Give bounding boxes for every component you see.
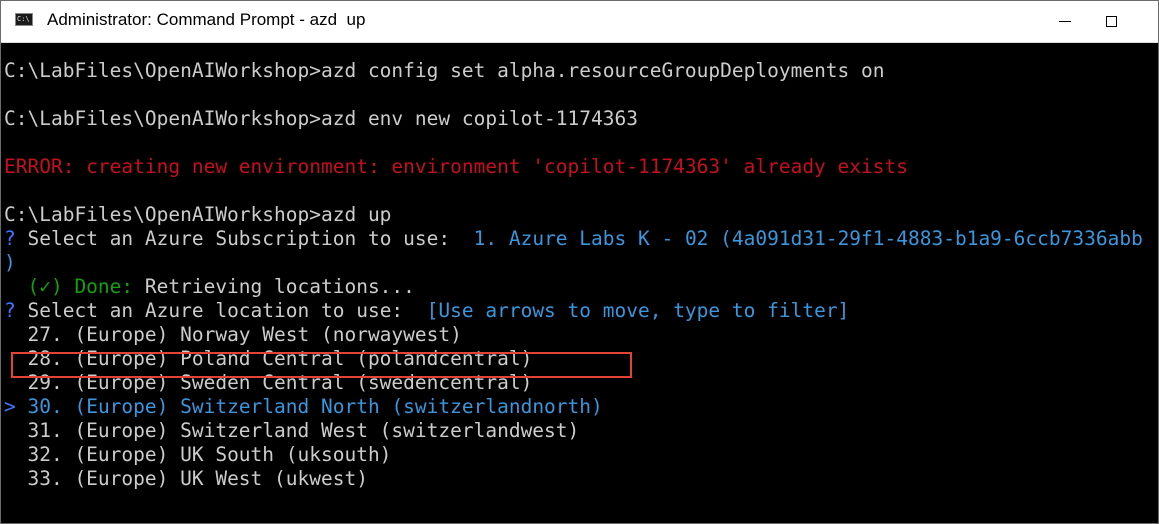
prompt-path: C:\LabFiles\OpenAIWorkshop> [4, 59, 321, 82]
cmd-icon: C:\ [15, 13, 33, 26]
selected-subscription: 1. Azure Labs K - 02 (4a091d31-29f1-4883… [473, 227, 1143, 250]
error-line: ERROR: creating new environment: environ… [4, 155, 908, 178]
prompt-label: Select an Azure Subscription to use: [15, 227, 474, 250]
maximize-icon [1105, 16, 1117, 27]
prompt-path: C:\LabFiles\OpenAIWorkshop> [4, 107, 321, 130]
prompt-label: Select an Azure location to use: [15, 299, 427, 322]
command-text: azd config set alpha.resourceGroupDeploy… [320, 59, 885, 82]
maximize-button[interactable] [1088, 1, 1134, 42]
location-option[interactable]: 27. (Europe) Norway West (norwaywest) [4, 323, 462, 347]
question-marker: ? [4, 299, 16, 322]
console-line: C:\LabFiles\OpenAIWorkshop>azd config se… [4, 59, 885, 83]
location-option-selected[interactable]: > 30. (Europe) Switzerland North (switze… [4, 395, 603, 419]
minimize-icon [1059, 21, 1071, 22]
location-option[interactable]: 32. (Europe) UK South (uksouth) [4, 443, 391, 467]
console-line: C:\LabFiles\OpenAIWorkshop>azd up [4, 203, 391, 227]
prompt-path: C:\LabFiles\OpenAIWorkshop> [4, 203, 321, 226]
option-label: 31. (Europe) Switzerland West (switzerla… [27, 419, 580, 442]
option-label: 30. (Europe) Switzerland North (switzerl… [27, 395, 603, 418]
console-output[interactable]: C:\LabFiles\OpenAIWorkshop>azd config se… [4, 42, 1158, 523]
option-label: 33. (Europe) UK West (ukwest) [27, 467, 368, 490]
location-option[interactable]: 31. (Europe) Switzerland West (switzerla… [4, 419, 579, 443]
option-label: 32. (Europe) UK South (uksouth) [27, 443, 392, 466]
command-text: azd env new copilot-1174363 [320, 107, 638, 130]
window-title: Administrator: Command Prompt - azd up [47, 10, 366, 29]
selection-highlight-box [11, 352, 632, 378]
title-bar[interactable]: C:\ Administrator: Command Prompt - azd … [1, 1, 1158, 43]
prompt-hint: [Use arrows to move, type to filter] [426, 299, 850, 322]
option-label: 27. (Europe) Norway West (norwaywest) [27, 323, 462, 346]
command-text: azd up [320, 203, 392, 226]
status-text: Retrieving locations... [133, 275, 415, 298]
done-status: (✓) Done: [4, 275, 134, 298]
selection-cursor: > [4, 395, 16, 418]
command-prompt-window: C:\ Administrator: Command Prompt - azd … [0, 0, 1159, 524]
wrapped-line: ) [4, 251, 16, 274]
minimize-button[interactable] [1042, 1, 1088, 42]
question-marker: ? [4, 227, 16, 250]
console-line: C:\LabFiles\OpenAIWorkshop>azd env new c… [4, 107, 638, 131]
subscription-prompt: ? Select an Azure Subscription to use: 1… [4, 227, 1143, 251]
location-option[interactable]: 33. (Europe) UK West (ukwest) [4, 467, 368, 491]
location-prompt: ? Select an Azure location to use: [Use … [4, 299, 849, 323]
status-line: (✓) Done: Retrieving locations... [4, 275, 415, 299]
